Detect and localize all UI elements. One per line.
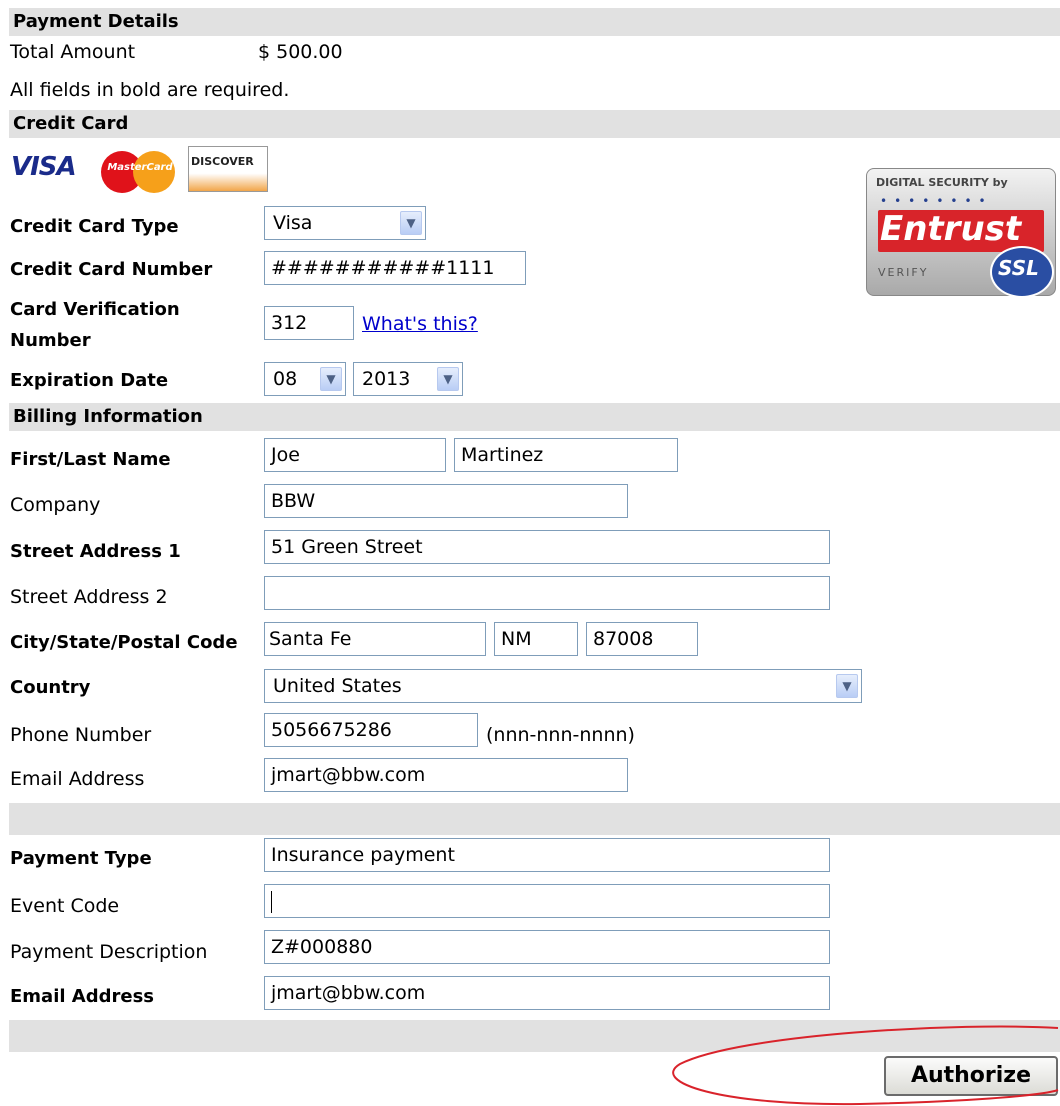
street1-input[interactable]: 51 Green Street xyxy=(264,530,830,564)
discover-logo: DISCOVER xyxy=(188,146,268,192)
email-label: Email Address xyxy=(10,768,145,790)
exp-month-value: 08 xyxy=(273,368,298,390)
street2-input[interactable] xyxy=(264,576,830,610)
badge-brand: Entrust xyxy=(880,209,1022,249)
card-number-input[interactable]: ###########1111 xyxy=(264,251,526,285)
payment-type-label: Payment Type xyxy=(10,848,152,869)
discover-text: DISCOVER xyxy=(191,155,254,168)
event-code-input[interactable] xyxy=(264,884,830,918)
name-label: First/Last Name xyxy=(10,449,171,470)
chevron-down-icon[interactable]: ▼ xyxy=(836,674,858,698)
phone-format-hint: (nnn-nnn-nnnn) xyxy=(486,724,635,746)
section-separator xyxy=(9,803,1060,835)
section-title: Payment Details xyxy=(13,11,179,32)
street2-label: Street Address 2 xyxy=(10,586,168,608)
exp-month-select[interactable]: 08 ▼ xyxy=(264,362,346,396)
email-input[interactable]: jmart@bbw.com xyxy=(264,758,628,792)
card-type-select[interactable]: Visa ▼ xyxy=(264,206,426,240)
phone-input[interactable]: 5056675286 xyxy=(264,713,478,747)
section-header-billing: Billing Information xyxy=(9,403,1060,431)
badge-ssl: SSL xyxy=(998,256,1039,280)
first-name-input[interactable]: Joe xyxy=(264,438,446,472)
section-header-credit-card: Credit Card xyxy=(9,110,1060,138)
annotation-ellipse xyxy=(672,1025,1059,1106)
payment-description-input[interactable]: Z#000880 xyxy=(264,930,830,964)
cvv-input[interactable]: 312 xyxy=(264,306,354,340)
company-input[interactable]: BBW xyxy=(264,484,628,518)
exp-year-select[interactable]: 2013 ▼ xyxy=(353,362,463,396)
payment-email-input[interactable]: jmart@bbw.com xyxy=(264,976,830,1010)
chevron-down-icon[interactable]: ▼ xyxy=(437,367,459,391)
payment-type-input[interactable]: Insurance payment xyxy=(264,838,830,872)
section-title: Billing Information xyxy=(13,406,203,427)
chevron-down-icon[interactable]: ▼ xyxy=(400,211,422,235)
postal-code-input[interactable]: 87008 xyxy=(586,622,698,656)
last-name-input[interactable]: Martinez xyxy=(454,438,678,472)
event-code-label: Event Code xyxy=(10,895,120,917)
expiration-date-label: Expiration Date xyxy=(10,370,169,391)
city-state-zip-label: City/State/Postal Code xyxy=(10,632,238,653)
phone-label: Phone Number xyxy=(10,724,152,746)
text-cursor xyxy=(271,890,272,913)
company-label: Company xyxy=(10,494,101,516)
country-select[interactable]: United States ▼ xyxy=(264,669,862,703)
cvv-label-line1: Card Verification xyxy=(10,299,180,320)
card-type-label: Credit Card Type xyxy=(10,216,179,237)
badge-top-text: DIGITAL SECURITY by xyxy=(876,176,1008,189)
payment-email-label: Email Address xyxy=(10,986,155,1007)
card-number-label: Credit Card Number xyxy=(10,259,213,280)
cvv-label-line2: Number xyxy=(10,330,91,351)
required-note: All fields in bold are required. xyxy=(10,79,290,101)
card-type-value: Visa xyxy=(273,212,313,234)
mastercard-text: MasterCard xyxy=(107,162,173,173)
city-input[interactable]: Santa Fe xyxy=(264,622,486,656)
visa-logo: VISA xyxy=(11,152,77,182)
section-title: Credit Card xyxy=(13,113,129,134)
badge-verify: VERIFY xyxy=(878,266,929,279)
section-header-payment-details: Payment Details xyxy=(9,8,1060,36)
mastercard-logo: MasterCard xyxy=(97,146,183,196)
payment-description-label: Payment Description xyxy=(10,941,208,963)
total-amount-value: $ 500.00 xyxy=(258,41,343,63)
exp-year-value: 2013 xyxy=(362,368,411,390)
country-label: Country xyxy=(10,677,91,698)
country-value: United States xyxy=(273,675,402,697)
whats-this-link[interactable]: What's this? xyxy=(362,313,478,335)
entrust-ssl-badge: DIGITAL SECURITY by •••••••• Entrust VER… xyxy=(866,168,1058,298)
state-input[interactable]: NM xyxy=(494,622,578,656)
chevron-down-icon[interactable]: ▼ xyxy=(320,367,342,391)
street1-label: Street Address 1 xyxy=(10,541,181,562)
total-amount-label: Total Amount xyxy=(10,41,136,63)
